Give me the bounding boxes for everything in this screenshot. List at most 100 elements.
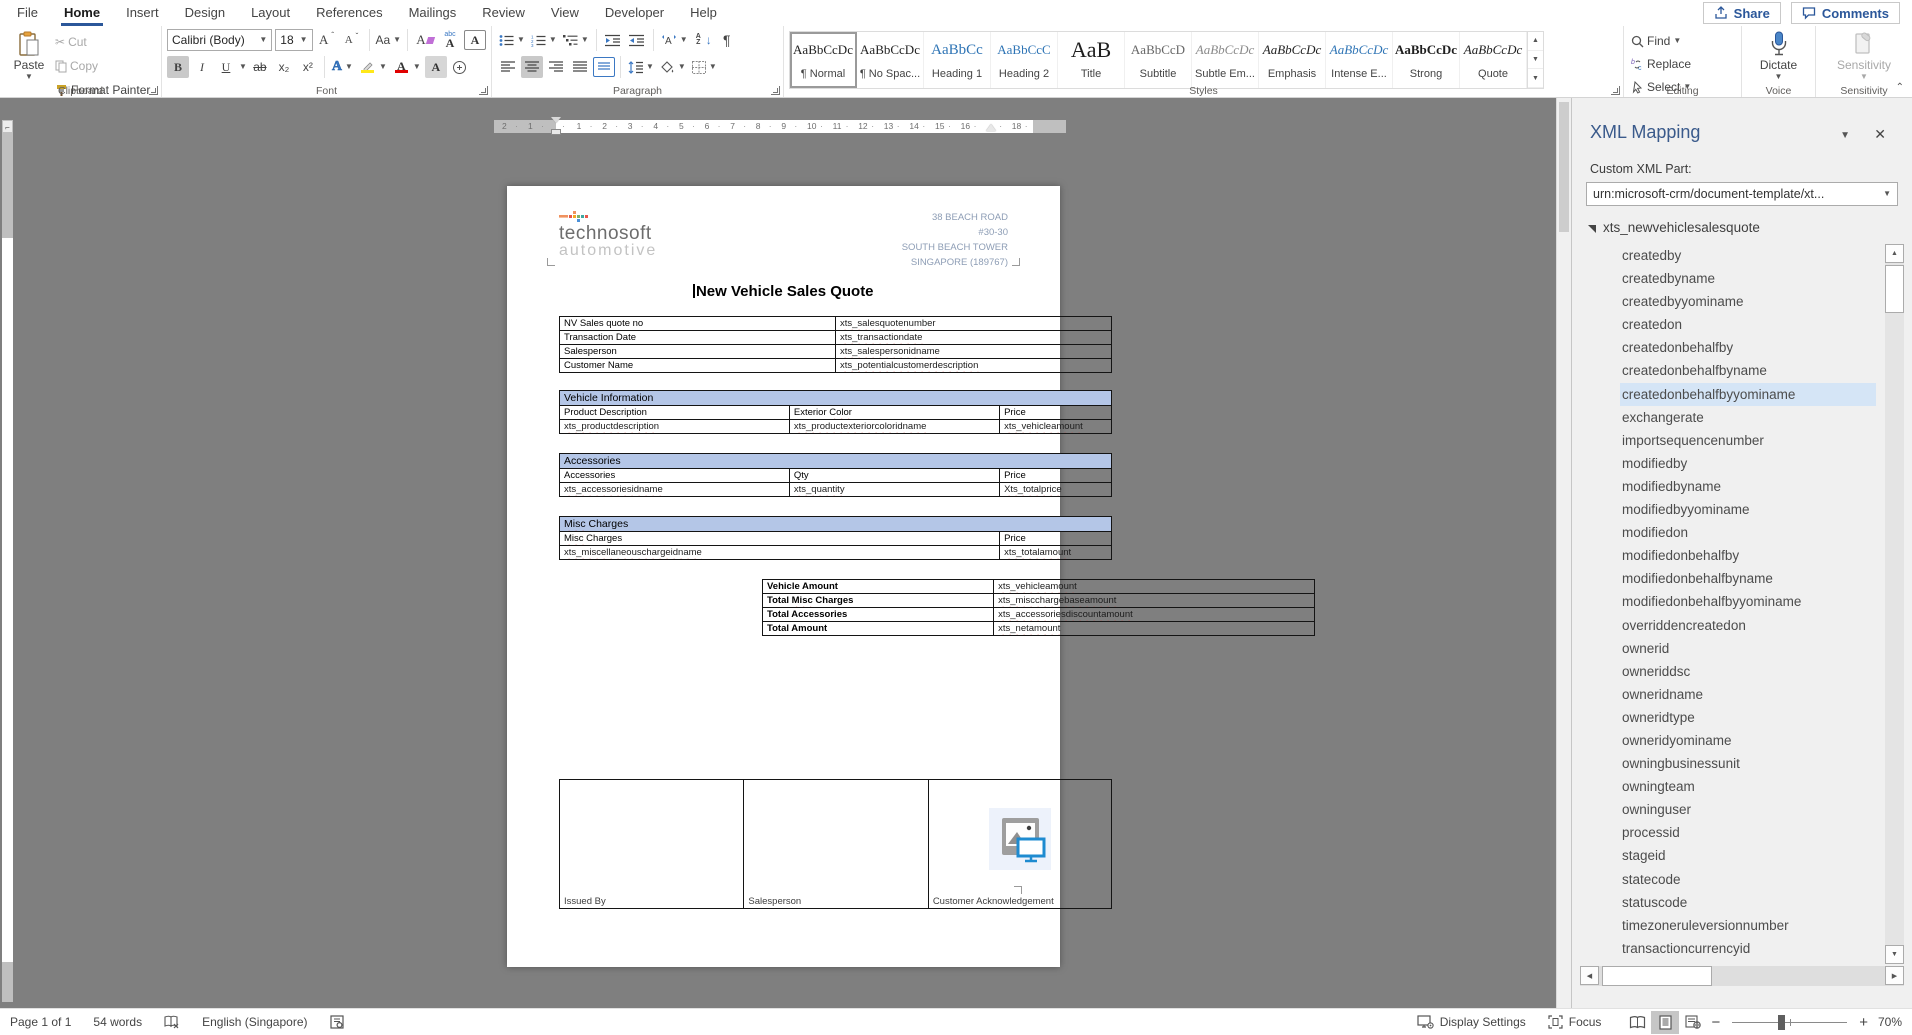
sensitivity-button[interactable]: Sensitivity ▼ bbox=[1840, 29, 1888, 81]
tab-mailings[interactable]: Mailings bbox=[396, 0, 470, 26]
xml-node-owningbusinessunit[interactable]: owningbusinessunit bbox=[1620, 752, 1876, 775]
find-button[interactable]: Find ▼ bbox=[1629, 30, 1736, 52]
clear-formatting-button[interactable]: A bbox=[414, 29, 436, 51]
read-mode-button[interactable] bbox=[1623, 1011, 1651, 1034]
font-name-combobox[interactable]: Calibri (Body) ▼ bbox=[167, 29, 272, 51]
display-settings-button[interactable]: Display Settings bbox=[1417, 1015, 1526, 1029]
align-left-button[interactable] bbox=[497, 56, 519, 78]
xml-node-owneridname[interactable]: owneridname bbox=[1620, 683, 1876, 706]
tab-help[interactable]: Help bbox=[677, 0, 730, 26]
tab-layout[interactable]: Layout bbox=[238, 0, 303, 26]
xml-node-createdbyyominame[interactable]: createdbyyominame bbox=[1620, 290, 1876, 313]
decrease-indent-button[interactable] bbox=[602, 29, 624, 51]
pane-close-icon[interactable]: ✕ bbox=[1874, 126, 1886, 143]
collapse-ribbon-icon[interactable]: ⌃ bbox=[1896, 82, 1904, 93]
underline-button[interactable]: U bbox=[215, 56, 237, 78]
tab-review[interactable]: Review bbox=[469, 0, 538, 26]
sort-button[interactable]: AZ ↓ bbox=[692, 29, 714, 51]
font-dialog-launcher[interactable] bbox=[479, 86, 488, 95]
xml-node-timezoneruleversionnumber[interactable]: timezoneruleversionnumber bbox=[1620, 914, 1876, 937]
grow-font-button[interactable]: Aˆ bbox=[316, 29, 338, 51]
word-count[interactable]: 54 words bbox=[93, 1015, 142, 1029]
zoom-out-button[interactable]: − bbox=[1707, 1014, 1724, 1031]
scrollbar-thumb[interactable] bbox=[1559, 102, 1569, 232]
justify-button[interactable] bbox=[569, 56, 591, 78]
borders-button[interactable]: ▼ bbox=[690, 56, 719, 78]
xml-node-owningteam[interactable]: owningteam bbox=[1620, 775, 1876, 798]
tab-home[interactable]: Home bbox=[51, 0, 113, 26]
print-layout-button[interactable] bbox=[1651, 1011, 1679, 1034]
zoom-slider-thumb[interactable] bbox=[1778, 1015, 1785, 1030]
xml-node-createdonbehalfbyname[interactable]: createdonbehalfbyname bbox=[1620, 359, 1876, 382]
tab-insert[interactable]: Insert bbox=[113, 0, 172, 26]
accessories-table[interactable]: Accessories Accessories Qty Price xts_ac… bbox=[559, 453, 1112, 497]
right-indent-marker[interactable] bbox=[986, 124, 996, 131]
text-highlight-button[interactable]: ▼ bbox=[357, 56, 389, 78]
scrollbar-thumb[interactable] bbox=[1885, 265, 1904, 313]
styles-dialog-launcher[interactable] bbox=[1611, 86, 1620, 95]
xml-node-createdonbehalfbyyominame[interactable]: createdonbehalfbyyominame bbox=[1620, 383, 1876, 406]
superscript-button[interactable]: x² bbox=[297, 56, 319, 78]
vertical-ruler[interactable]: ⌐ bbox=[0, 98, 14, 1008]
dictate-button[interactable]: Dictate ▼ bbox=[1755, 29, 1803, 81]
xml-node-modifiedbyname[interactable]: modifiedbyname bbox=[1620, 475, 1876, 498]
show-formatting-marks-button[interactable]: ¶ bbox=[716, 29, 738, 51]
custom-xml-part-dropdown[interactable]: urn:microsoft-crm/document-template/xt..… bbox=[1586, 182, 1898, 206]
pane-menu-chevron-icon[interactable]: ▼ bbox=[1840, 130, 1850, 141]
document-scrollbar[interactable] bbox=[1556, 98, 1571, 1008]
tree-expand-icon[interactable] bbox=[1588, 225, 1596, 233]
xml-node-createdbyname[interactable]: createdbyname bbox=[1620, 267, 1876, 290]
xml-root-node[interactable]: xts_newvehiclesalesquote bbox=[1588, 220, 1760, 235]
distribute-button[interactable] bbox=[593, 57, 615, 77]
signature-table[interactable]: Issued By Salesperson Customer Ackno bbox=[559, 779, 1112, 909]
xml-node-importsequencenumber[interactable]: importsequencenumber bbox=[1620, 429, 1876, 452]
xml-node-owneriddsc[interactable]: owneriddsc bbox=[1620, 660, 1876, 683]
scroll-right-icon[interactable]: ▶ bbox=[1885, 966, 1904, 985]
asian-layout-button[interactable]: A ▼ bbox=[659, 29, 690, 51]
paragraph-dialog-launcher[interactable] bbox=[771, 86, 780, 95]
line-spacing-button[interactable]: ▼ bbox=[626, 56, 656, 78]
document-page[interactable]: technosoft automotive 38 BEACH ROAD #30-… bbox=[507, 186, 1060, 967]
xml-node-exchangerate[interactable]: exchangerate bbox=[1620, 406, 1876, 429]
subscript-button[interactable]: x₂ bbox=[273, 56, 295, 78]
page-indicator[interactable]: Page 1 of 1 bbox=[10, 1015, 71, 1029]
bullets-button[interactable]: ▼ bbox=[497, 29, 527, 51]
text-effects-button[interactable]: A▼ bbox=[330, 56, 355, 78]
left-indent-marker[interactable] bbox=[551, 129, 561, 135]
style-subtitle[interactable]: AaBbCcDSubtitle bbox=[1125, 32, 1192, 88]
totals-table[interactable]: Vehicle Amountxts_vehicleamount Total Mi… bbox=[762, 579, 1315, 636]
scroll-up-icon[interactable]: ▲ bbox=[1885, 244, 1904, 263]
font-size-combobox[interactable]: 18 ▼ bbox=[275, 29, 312, 51]
enclose-characters-button[interactable] bbox=[449, 56, 471, 78]
italic-button[interactable]: I bbox=[191, 56, 213, 78]
styles-scroll-down-icon[interactable]: ▼ bbox=[1528, 51, 1543, 70]
clipboard-dialog-launcher[interactable] bbox=[149, 86, 158, 95]
zoom-in-button[interactable]: + bbox=[1855, 1014, 1872, 1031]
language-indicator[interactable]: English (Singapore) bbox=[202, 1015, 307, 1029]
xml-node-ownerid[interactable]: ownerid bbox=[1620, 637, 1876, 660]
xml-vertical-scrollbar[interactable]: ▲ ▼ bbox=[1885, 244, 1904, 964]
character-shading-button[interactable]: A bbox=[425, 56, 447, 78]
document-title[interactable]: New Vehicle Sales Quote bbox=[507, 283, 1060, 300]
first-line-indent-marker[interactable] bbox=[551, 117, 561, 123]
tab-view[interactable]: View bbox=[538, 0, 592, 26]
focus-button[interactable]: Focus bbox=[1548, 1015, 1602, 1029]
xml-node-modifiedonbehalfbyname[interactable]: modifiedonbehalfbyname bbox=[1620, 567, 1876, 590]
style-heading2[interactable]: AaBbCcCHeading 2 bbox=[991, 32, 1058, 88]
xml-node-modifiedon[interactable]: modifiedon bbox=[1620, 521, 1876, 544]
copy-button[interactable]: Copy bbox=[53, 55, 152, 77]
xml-node-owneridyominame[interactable]: owneridyominame bbox=[1620, 729, 1876, 752]
xml-node-modifiedonbehalfby[interactable]: modifiedonbehalfby bbox=[1620, 544, 1876, 567]
style-heading1[interactable]: AaBbCcHeading 1 bbox=[924, 32, 991, 88]
character-border-button[interactable]: A bbox=[464, 30, 486, 50]
phonetic-guide-button[interactable]: abcA bbox=[439, 29, 461, 51]
macro-record-icon[interactable] bbox=[330, 1015, 345, 1029]
style-subtleem[interactable]: AaBbCcDcSubtle Em... bbox=[1192, 32, 1259, 88]
image-placeholder-icon[interactable] bbox=[989, 808, 1051, 870]
style-emphasis[interactable]: AaBbCcDcEmphasis bbox=[1259, 32, 1326, 88]
tab-stop-selector[interactable]: ⌐ bbox=[2, 120, 13, 133]
increase-indent-button[interactable] bbox=[626, 29, 648, 51]
xml-node-stageid[interactable]: stageid bbox=[1620, 844, 1876, 867]
style-intensee[interactable]: AaBbCcDcIntense E... bbox=[1326, 32, 1393, 88]
xml-node-modifiedbyyominame[interactable]: modifiedbyyominame bbox=[1620, 498, 1876, 521]
